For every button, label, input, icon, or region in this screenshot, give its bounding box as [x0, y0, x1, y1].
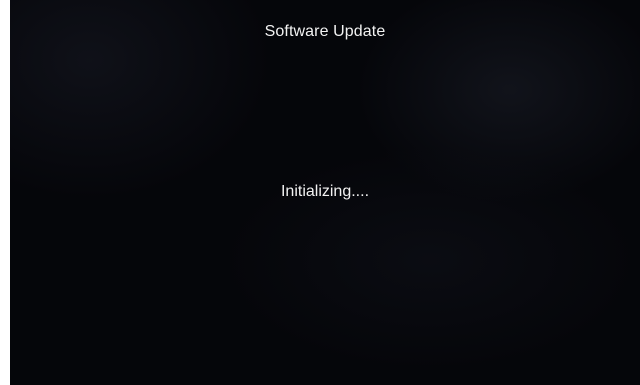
page-title: Software Update: [264, 23, 386, 40]
update-screen: Software Update Initializing....: [10, 0, 640, 385]
display-frame: Software Update Initializing....: [0, 0, 640, 385]
status-message: Initializing....: [280, 183, 370, 200]
